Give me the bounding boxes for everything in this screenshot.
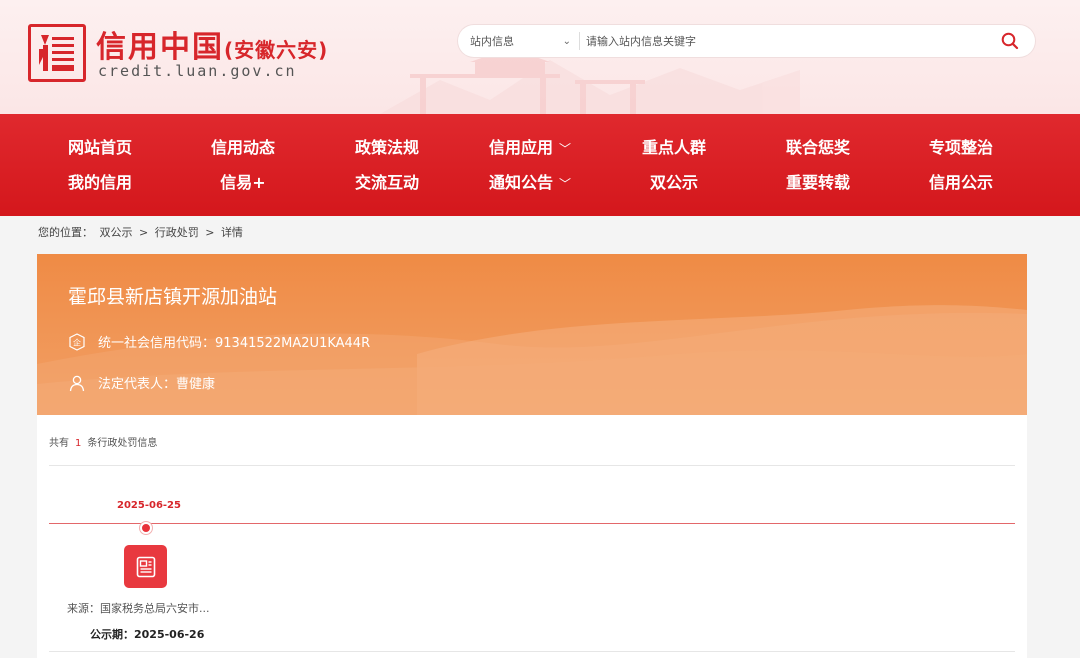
penalty-record-button[interactable] <box>124 545 167 588</box>
search-button[interactable] <box>985 25 1035 57</box>
site-title-region: (安徽六安) <box>224 38 329 62</box>
breadcrumb-separator: > <box>139 226 149 239</box>
nav-item-label: 联合惩奖 <box>785 138 850 157</box>
site-title-main: 信用中国 <box>96 30 224 65</box>
site-url: credit.luan.gov.cn <box>98 62 297 80</box>
nav-item-label: 专项整治 <box>928 138 993 157</box>
nav-item-label: 信用公示 <box>928 173 993 192</box>
records-count-prefix: 共有 <box>49 438 69 449</box>
nav-item-reprints[interactable]: 重要转载 <box>748 166 888 200</box>
nav-item-label: 政策法规 <box>354 138 419 157</box>
nav-item-joint-rewards[interactable]: 联合惩奖 <box>748 131 888 165</box>
breadcrumb-item-penalty[interactable]: 行政处罚 <box>155 226 199 239</box>
records-count-suffix: 条行政处罚信息 <box>87 438 158 449</box>
records-count-number: 1 <box>75 438 82 449</box>
nav-item-special-rectification[interactable]: 专项整治 <box>891 131 1031 165</box>
legal-rep-text: 法定代表人：曹健康 <box>98 377 216 392</box>
timeline-dot <box>140 522 152 534</box>
nav-item-notices[interactable]: 通知公告 ﹀ <box>460 166 600 201</box>
record-source: 来源：国家税务总局六安市... <box>67 602 210 615</box>
nav-item-policy[interactable]: 政策法规 <box>317 131 457 165</box>
timeline-line <box>49 523 1015 524</box>
nav-item-my-credit[interactable]: 我的信用 <box>30 166 170 200</box>
breadcrumb: 您的位置： 双公示 > 行政处罚 > 详情 <box>38 224 246 240</box>
nav-item-label: 重要转载 <box>785 173 850 192</box>
breadcrumb-item-dual-publicity[interactable]: 双公示 <box>100 226 133 239</box>
entity-credit-code: 企 统一社会信用代码：91341522MA2U1KA44R <box>68 332 370 351</box>
nav-item-label: 网站首页 <box>67 138 132 157</box>
entity-banner: 霍邱县新店镇开源加油站 企 统一社会信用代码：91341522MA2U1KA44… <box>37 254 1027 415</box>
search-scope-select[interactable]: 站内信息 ⌄ <box>458 32 580 50</box>
nav-item-credit-publicity[interactable]: 信用公示 <box>891 166 1031 200</box>
site-header: 信用中国(安徽六安) credit.luan.gov.cn 站内信息 ⌄ <box>0 0 1080 114</box>
site-logo[interactable] <box>28 24 86 82</box>
breadcrumb-separator: > <box>205 226 215 239</box>
nav-item-label: 我的信用 <box>67 173 132 192</box>
document-icon <box>136 556 155 577</box>
nav-item-label: 重点人群 <box>641 138 706 157</box>
divider <box>49 465 1015 466</box>
detail-card: 霍邱县新店镇开源加油站 企 统一社会信用代码：91341522MA2U1KA44… <box>37 254 1027 658</box>
nav-item-credit-apps[interactable]: 信用应用 ﹀ <box>460 131 600 166</box>
chevron-down-icon: ﹀ <box>559 177 572 191</box>
search-icon <box>1001 32 1019 50</box>
svg-text:企: 企 <box>73 337 81 347</box>
search-bar: 站内信息 ⌄ <box>458 25 1035 57</box>
chevron-down-icon: ⌄ <box>562 35 571 47</box>
nav-item-label: 信用应用 <box>488 138 553 157</box>
search-input[interactable] <box>580 34 985 48</box>
divider <box>49 651 1015 652</box>
record-publish-date: 公示期：2025-06-26 <box>90 628 205 641</box>
records-count: 共有 1 条行政处罚信息 <box>49 434 157 449</box>
nav-item-home[interactable]: 网站首页 <box>30 131 170 165</box>
nav-item-label: 交流互动 <box>354 173 419 192</box>
main-nav: 网站首页 信用动态 政策法规 信用应用 ﹀ 重点人群 联合惩奖 专项整治 我的信用… <box>0 114 1080 216</box>
nav-row-1: 网站首页 信用动态 政策法规 信用应用 ﹀ 重点人群 联合惩奖 专项整治 <box>0 131 1080 165</box>
entity-name: 霍邱县新店镇开源加油站 <box>68 286 278 308</box>
nav-item-label: 信用动态 <box>210 138 275 157</box>
nav-item-dual-publicity[interactable]: 双公示 <box>604 166 744 200</box>
nav-item-key-groups[interactable]: 重点人群 <box>604 131 744 165</box>
nav-item-interaction[interactable]: 交流互动 <box>317 166 457 200</box>
timeline-date: 2025-06-25 <box>117 500 181 511</box>
nav-item-label: 双公示 <box>649 173 698 192</box>
breadcrumb-item-detail: 详情 <box>220 226 243 239</box>
nav-item-credit-news[interactable]: 信用动态 <box>173 131 313 165</box>
chevron-down-icon: ﹀ <box>559 142 572 156</box>
nav-row-2: 我的信用 信易+ 交流互动 通知公告 ﹀ 双公示 重要转载 信用公示 <box>0 166 1080 200</box>
credit-code-text: 统一社会信用代码：91341522MA2U1KA44R <box>98 336 371 351</box>
credit-logo-icon <box>39 35 74 71</box>
person-icon <box>69 375 85 391</box>
enterprise-icon: 企 <box>69 332 85 351</box>
nav-item-xinyi[interactable]: 信易+ <box>173 166 313 200</box>
site-title: 信用中国(安徽六安) <box>96 22 328 66</box>
breadcrumb-prefix: 您的位置： <box>38 226 93 239</box>
nav-item-label: 通知公告 <box>488 173 553 192</box>
entity-legal-rep: 法定代表人：曹健康 <box>68 373 215 392</box>
search-scope-label: 站内信息 <box>470 35 514 48</box>
nav-item-label: 信易+ <box>220 173 266 192</box>
